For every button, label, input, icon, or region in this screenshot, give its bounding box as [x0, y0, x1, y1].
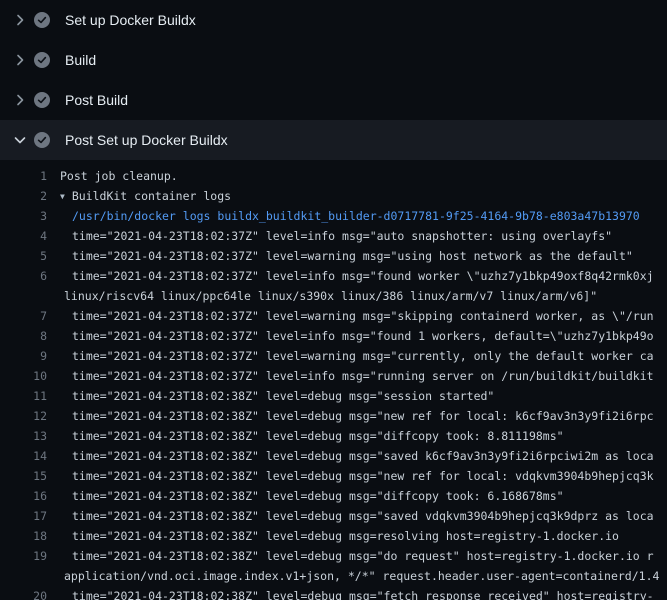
step-header[interactable]: Post Build [0, 80, 667, 120]
log-panel: 1 Post job cleanup. 2 ▼ BuildKit containe… [0, 160, 667, 600]
log-line-number[interactable]: 3 [0, 206, 47, 226]
log-line-number [0, 286, 47, 306]
check-circle-icon [34, 132, 50, 148]
log-line: 8 time="2021-04-23T18:02:37Z" level=info… [0, 326, 667, 346]
log-line-text: time="2021-04-23T18:02:38Z" level=debug … [47, 546, 654, 566]
chevron-down-icon [12, 132, 28, 148]
steps-list: Set up Docker Buildx Build Post Build Po… [0, 0, 667, 160]
log-line-number[interactable]: 4 [0, 226, 47, 246]
log-line: application/vnd.oci.image.index.v1+json,… [0, 566, 667, 586]
log-line: 18 time="2021-04-23T18:02:38Z" level=deb… [0, 526, 667, 546]
log-line-number[interactable]: 7 [0, 306, 47, 326]
log-line: linux/riscv64 linux/ppc64le linux/s390x … [0, 286, 667, 306]
log-line-number[interactable]: 9 [0, 346, 47, 366]
log-line: 5 time="2021-04-23T18:02:37Z" level=warn… [0, 246, 667, 266]
step-title: Set up Docker Buildx [65, 12, 196, 28]
log-line-number[interactable]: 18 [0, 526, 47, 546]
log-line: 3 /usr/bin/docker logs buildx_buildkit_b… [0, 206, 667, 226]
log-line: 12 time="2021-04-23T18:02:38Z" level=deb… [0, 406, 667, 426]
log-line: 2 ▼ BuildKit container logs [0, 186, 667, 206]
log-line: 13 time="2021-04-23T18:02:38Z" level=deb… [0, 426, 667, 446]
step-title: Build [65, 52, 96, 68]
check-circle-icon [34, 12, 50, 28]
log-line-text: time="2021-04-23T18:02:38Z" level=debug … [47, 586, 654, 600]
log-line-text: linux/riscv64 linux/ppc64le linux/s390x … [47, 286, 597, 306]
log-line: 6 time="2021-04-23T18:02:37Z" level=info… [0, 266, 667, 286]
log-line-number[interactable]: 1 [0, 166, 47, 186]
log-line-text: time="2021-04-23T18:02:37Z" level=info m… [47, 226, 612, 246]
log-line-text: /usr/bin/docker logs buildx_buildkit_bui… [47, 206, 640, 226]
log-line-text: time="2021-04-23T18:02:38Z" level=debug … [47, 506, 654, 526]
log-line-text: time="2021-04-23T18:02:37Z" level=warnin… [47, 346, 654, 366]
group-collapse-triangle-icon[interactable]: ▼ [60, 192, 65, 201]
log-line-text: Post job cleanup. [47, 166, 178, 186]
log-line: 14 time="2021-04-23T18:02:38Z" level=deb… [0, 446, 667, 466]
group-label[interactable]: BuildKit container logs [72, 189, 231, 203]
log-line: 7 time="2021-04-23T18:02:37Z" level=warn… [0, 306, 667, 326]
step-header[interactable]: Post Set up Docker Buildx [0, 120, 667, 160]
log-line-text: time="2021-04-23T18:02:38Z" level=debug … [47, 406, 654, 426]
log-line-number[interactable]: 2 [0, 186, 47, 206]
log-line-number[interactable]: 6 [0, 266, 47, 286]
log-line-text: time="2021-04-23T18:02:37Z" level=warnin… [47, 306, 654, 326]
log-line: 10 time="2021-04-23T18:02:37Z" level=inf… [0, 366, 667, 386]
log-line-number[interactable]: 20 [0, 586, 47, 600]
log-line-text: time="2021-04-23T18:02:38Z" level=debug … [47, 446, 654, 466]
log-line: 16 time="2021-04-23T18:02:38Z" level=deb… [0, 486, 667, 506]
log-line: 20 time="2021-04-23T18:02:38Z" level=deb… [0, 586, 667, 600]
log-line-number[interactable]: 16 [0, 486, 47, 506]
log-line-number[interactable]: 11 [0, 386, 47, 406]
log-line: 19 time="2021-04-23T18:02:38Z" level=deb… [0, 546, 667, 566]
log-line-text: time="2021-04-23T18:02:38Z" level=debug … [47, 386, 494, 406]
log-line-text: time="2021-04-23T18:02:38Z" level=debug … [47, 526, 619, 546]
log-line: 9 time="2021-04-23T18:02:37Z" level=warn… [0, 346, 667, 366]
log-line: 4 time="2021-04-23T18:02:37Z" level=info… [0, 226, 667, 246]
chevron-right-icon [12, 12, 28, 28]
log-line-text: time="2021-04-23T18:02:37Z" level=warnin… [47, 246, 633, 266]
log-line-number[interactable]: 14 [0, 446, 47, 466]
log-line: 17 time="2021-04-23T18:02:38Z" level=deb… [0, 506, 667, 526]
log-line-number[interactable]: 12 [0, 406, 47, 426]
log-line: 1 Post job cleanup. [0, 166, 667, 186]
log-line-number [0, 566, 47, 586]
step-title: Post Set up Docker Buildx [65, 132, 228, 148]
log-line-number[interactable]: 5 [0, 246, 47, 266]
check-circle-icon [34, 52, 50, 68]
log-line-text: ▼ BuildKit container logs [47, 186, 231, 206]
check-circle-icon [34, 92, 50, 108]
log-line-text: time="2021-04-23T18:02:37Z" level=info m… [47, 326, 654, 346]
log-line-number[interactable]: 15 [0, 466, 47, 486]
log-line-number[interactable]: 13 [0, 426, 47, 446]
chevron-right-icon [12, 92, 28, 108]
step-header[interactable]: Set up Docker Buildx [0, 0, 667, 40]
log-line-text: time="2021-04-23T18:02:38Z" level=debug … [47, 486, 564, 506]
log-line-text: time="2021-04-23T18:02:38Z" level=debug … [47, 466, 654, 486]
log-line-number[interactable]: 8 [0, 326, 47, 346]
log-line-text: time="2021-04-23T18:02:37Z" level=info m… [47, 366, 654, 386]
step-header[interactable]: Build [0, 40, 667, 80]
log-line-number[interactable]: 10 [0, 366, 47, 386]
log-line-text: application/vnd.oci.image.index.v1+json,… [47, 566, 659, 586]
log-line-text: time="2021-04-23T18:02:38Z" level=debug … [47, 426, 564, 446]
log-line-number[interactable]: 17 [0, 506, 47, 526]
step-title: Post Build [65, 92, 128, 108]
log-line: 11 time="2021-04-23T18:02:38Z" level=deb… [0, 386, 667, 406]
chevron-right-icon [12, 52, 28, 68]
log-line: 15 time="2021-04-23T18:02:38Z" level=deb… [0, 466, 667, 486]
log-line-number[interactable]: 19 [0, 546, 47, 566]
log-line-text: time="2021-04-23T18:02:37Z" level=info m… [47, 266, 654, 286]
